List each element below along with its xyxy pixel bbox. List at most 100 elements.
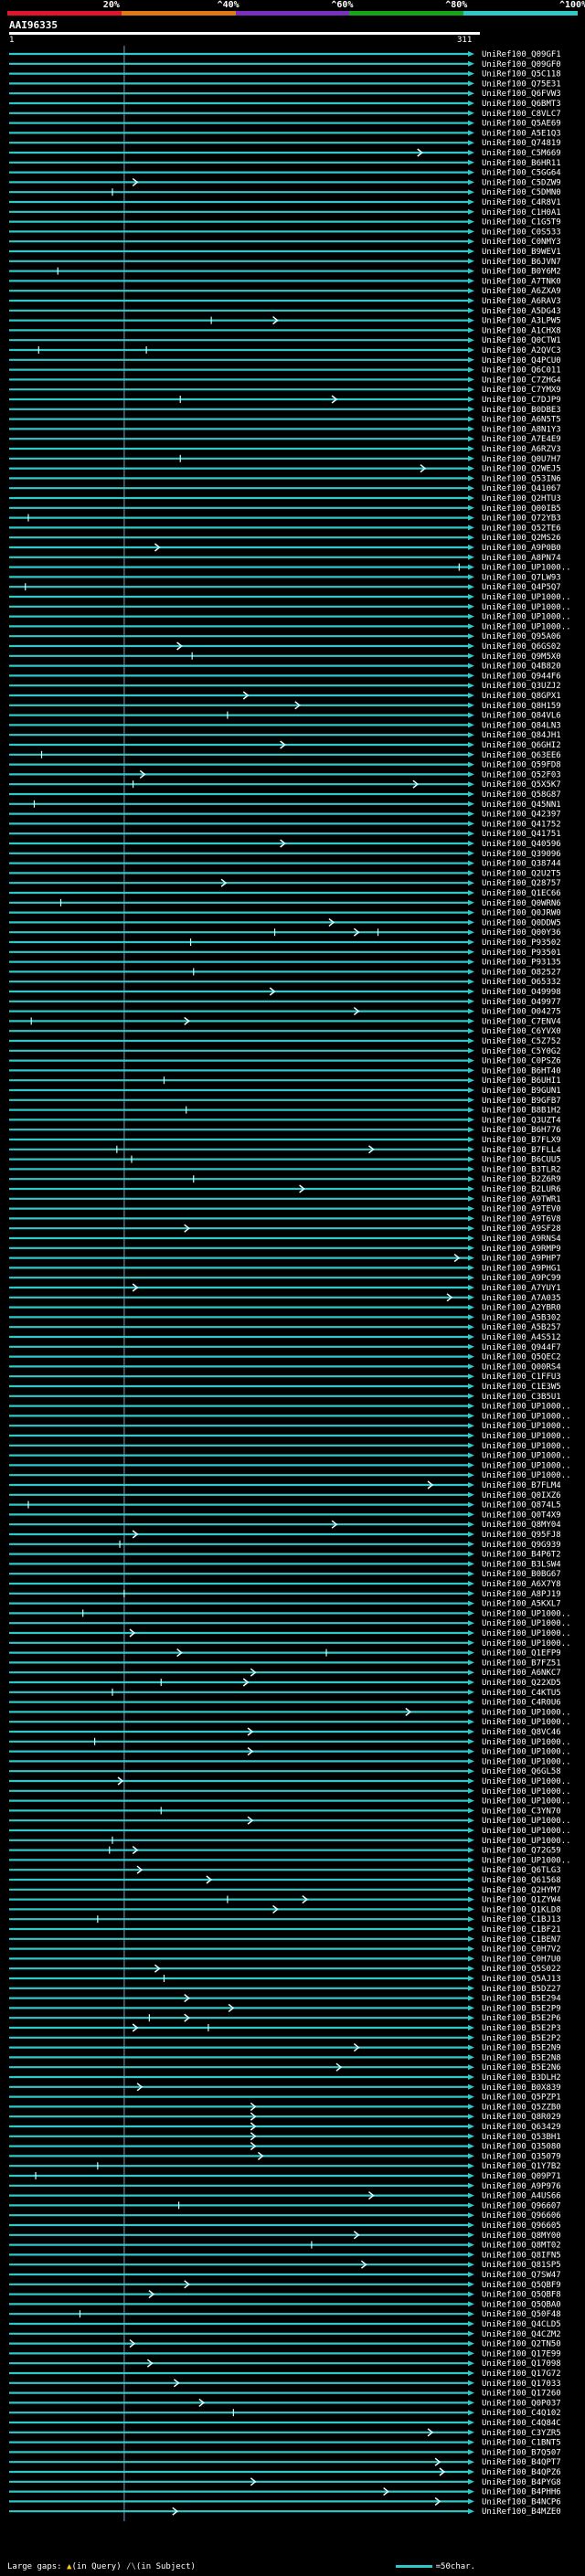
hit-label[interactable]: UniRef100_Q6FVW3 <box>482 90 561 99</box>
hit-label[interactable]: UniRef100_Q0CTW1 <box>482 336 561 345</box>
hit-label[interactable]: UniRef100_C0H7V2 <box>482 1945 561 1955</box>
hit-label[interactable]: UniRef100_Q5X5K7 <box>482 780 561 790</box>
hit-label[interactable]: UniRef100_C0H7U0 <box>482 1955 561 1964</box>
hit-label[interactable]: UniRef100_B6UHI1 <box>482 1076 561 1086</box>
hit-label[interactable]: UniRef100_Q5QBF8 <box>482 2291 561 2300</box>
hit-label[interactable]: UniRef100_UP1000.. <box>482 1471 571 1480</box>
hit-label[interactable]: UniRef100_A4S512 <box>482 1333 561 1342</box>
hit-label[interactable]: UniRef100_Q5AE69 <box>482 120 561 129</box>
hit-label[interactable]: UniRef100_Q1EFP9 <box>482 1649 561 1659</box>
hit-label[interactable]: UniRef100_Q2U2T5 <box>482 869 561 878</box>
hit-label[interactable]: UniRef100_UP1000.. <box>482 1787 571 1797</box>
hit-label[interactable]: UniRef100_UP1000.. <box>482 1442 571 1451</box>
hit-label[interactable]: UniRef100_B2LUR6 <box>482 1185 561 1194</box>
hit-label[interactable]: UniRef100_B3LSW4 <box>482 1560 561 1569</box>
hit-label[interactable]: UniRef100_C7YMX9 <box>482 386 561 395</box>
hit-label[interactable]: UniRef100_UP1000.. <box>482 1837 571 1846</box>
hit-label[interactable]: UniRef100_Q8MT02 <box>482 2242 561 2251</box>
hit-label[interactable]: UniRef100_C1G5T9 <box>482 218 561 228</box>
hit-label[interactable]: UniRef100_A3LPW5 <box>482 317 561 326</box>
hit-label[interactable]: UniRef100_A9TEV0 <box>482 1205 561 1214</box>
hit-label[interactable]: UniRef100_A1CHX8 <box>482 326 561 335</box>
hit-label[interactable]: UniRef100_Q09GF0 <box>482 60 561 69</box>
hit-label[interactable]: UniRef100_Q8MY04 <box>482 1521 561 1530</box>
hit-label[interactable]: UniRef100_C0NMY3 <box>482 238 561 247</box>
hit-label[interactable]: UniRef100_Q3UZT4 <box>482 1116 561 1125</box>
hit-label[interactable]: UniRef100_Q63EE6 <box>482 751 561 760</box>
hit-label[interactable]: UniRef100_C1BF21 <box>482 1925 561 1935</box>
hit-label[interactable]: UniRef100_Q6GHI2 <box>482 741 561 750</box>
hit-label[interactable]: UniRef100_C4Q84C <box>482 2419 561 2428</box>
hit-label[interactable]: UniRef100_Q0P037 <box>482 2399 561 2408</box>
hit-label[interactable]: UniRef100_B5E294 <box>482 1995 561 2004</box>
hit-label[interactable]: UniRef100_A2YBR0 <box>482 1304 561 1313</box>
hit-label[interactable]: UniRef100_A9TWR1 <box>482 1195 561 1204</box>
hit-label[interactable]: UniRef100_Q28757 <box>482 879 561 888</box>
hit-label[interactable]: UniRef100_UP1000.. <box>482 1639 571 1648</box>
hit-label[interactable]: UniRef100_Q0WRN6 <box>482 899 561 908</box>
hit-label[interactable]: UniRef100_B0DBE3 <box>482 406 561 415</box>
hit-label[interactable]: UniRef100_C5DMN0 <box>482 188 561 197</box>
hit-label[interactable]: UniRef100_C5DZW9 <box>482 178 561 187</box>
hit-label[interactable]: UniRef100_B4P6T2 <box>482 1551 561 1560</box>
hit-label[interactable]: UniRef100_Q0JRW0 <box>482 909 561 918</box>
hit-label[interactable]: UniRef100_Q35080 <box>482 2143 561 2152</box>
hit-label[interactable]: UniRef100_A8N1Y3 <box>482 425 561 434</box>
hit-label[interactable]: UniRef100_Q8R029 <box>482 2113 561 2122</box>
hit-label[interactable]: UniRef100_Q944F6 <box>482 672 561 681</box>
hit-label[interactable]: UniRef100_Q4B820 <box>482 663 561 672</box>
hit-label[interactable]: UniRef100_Q61568 <box>482 1876 561 1885</box>
hit-label[interactable]: UniRef100_B0X839 <box>482 2083 561 2093</box>
hit-label[interactable]: UniRef100_A9RMP9 <box>482 1245 561 1254</box>
hit-label[interactable]: UniRef100_B9GUN1 <box>482 1087 561 1096</box>
hit-label[interactable]: UniRef100_A5DG43 <box>482 307 561 316</box>
hit-label[interactable]: UniRef100_B5E2P3 <box>482 2024 561 2033</box>
hit-label[interactable]: UniRef100_C7DJP9 <box>482 396 561 405</box>
hit-label[interactable]: UniRef100_UP1000.. <box>482 1412 571 1421</box>
hit-label[interactable]: UniRef100_UP1000.. <box>482 1461 571 1470</box>
hit-label[interactable]: UniRef100_Q53IN6 <box>482 474 561 483</box>
hit-label[interactable]: UniRef100_O82527 <box>482 968 561 977</box>
hit-label[interactable]: UniRef100_Q59FD8 <box>482 761 561 770</box>
hit-label[interactable]: UniRef100_Q4CLD5 <box>482 2320 561 2329</box>
hit-label[interactable]: UniRef100_Q00Y36 <box>482 928 561 938</box>
hit-label[interactable]: UniRef100_UP1000.. <box>482 1609 571 1618</box>
hit-label[interactable]: UniRef100_C7ENV4 <box>482 1017 561 1026</box>
hit-label[interactable]: UniRef100_B7FLX9 <box>482 1136 561 1145</box>
hit-label[interactable]: UniRef100_Q17260 <box>482 2390 561 2399</box>
hit-label[interactable]: UniRef100_B5E2P6 <box>482 2014 561 2023</box>
hit-label[interactable]: UniRef100_UP1000.. <box>482 1817 571 1826</box>
hit-label[interactable]: UniRef100_UP1000.. <box>482 593 571 602</box>
hit-label[interactable]: UniRef100_Q2WEJ5 <box>482 465 561 474</box>
hit-label[interactable]: UniRef100_Q1ZYW4 <box>482 1896 561 1905</box>
hit-label[interactable]: UniRef100_C5GG64 <box>482 169 561 178</box>
hit-label[interactable]: UniRef100_C1BNT5 <box>482 2439 561 2448</box>
hit-label[interactable]: UniRef100_O65332 <box>482 978 561 987</box>
hit-label[interactable]: UniRef100_A5B302 <box>482 1313 561 1322</box>
hit-label[interactable]: UniRef100_Q22XD5 <box>482 1679 561 1688</box>
hit-label[interactable]: UniRef100_Q72YB3 <box>482 514 561 524</box>
hit-label[interactable]: UniRef100_Q35079 <box>482 2152 561 2161</box>
hit-label[interactable]: UniRef100_C1BEN7 <box>482 1935 561 1945</box>
hit-label[interactable]: UniRef100_UP1000.. <box>482 1452 571 1461</box>
hit-label[interactable]: UniRef100_A5E1Q3 <box>482 129 561 138</box>
hit-label[interactable]: UniRef100_A9SF28 <box>482 1224 561 1234</box>
hit-label[interactable]: UniRef100_Q74819 <box>482 139 561 148</box>
hit-label[interactable]: UniRef100_A9PC99 <box>482 1274 561 1283</box>
hit-label[interactable]: UniRef100_B7FLL4 <box>482 1146 561 1155</box>
hit-label[interactable]: UniRef100_A5KXL7 <box>482 1600 561 1609</box>
hit-label[interactable]: UniRef100_UP1000.. <box>482 1619 571 1628</box>
hit-label[interactable]: UniRef100_A9P976 <box>482 2182 561 2191</box>
hit-label[interactable]: UniRef100_Q7SW47 <box>482 2271 561 2280</box>
hit-label[interactable]: UniRef100_P93501 <box>482 949 561 958</box>
hit-label[interactable]: UniRef100_B5E2N9 <box>482 2044 561 2053</box>
hit-label[interactable]: UniRef100_Q5QBF9 <box>482 2281 561 2290</box>
hit-label[interactable]: UniRef100_Q5S022 <box>482 1965 561 1974</box>
hit-label[interactable]: UniRef100_Q5QBA0 <box>482 2300 561 2309</box>
hit-label[interactable]: UniRef100_UP1000.. <box>482 1856 571 1865</box>
hit-label[interactable]: UniRef100_Q75E31 <box>482 80 561 89</box>
hit-label[interactable]: UniRef100_Q40596 <box>482 840 561 849</box>
hit-label[interactable]: UniRef100_Q95A06 <box>482 632 561 641</box>
hit-label[interactable]: UniRef100_Q2TN50 <box>482 2340 561 2349</box>
hit-label[interactable]: UniRef100_Q84LN3 <box>482 721 561 730</box>
